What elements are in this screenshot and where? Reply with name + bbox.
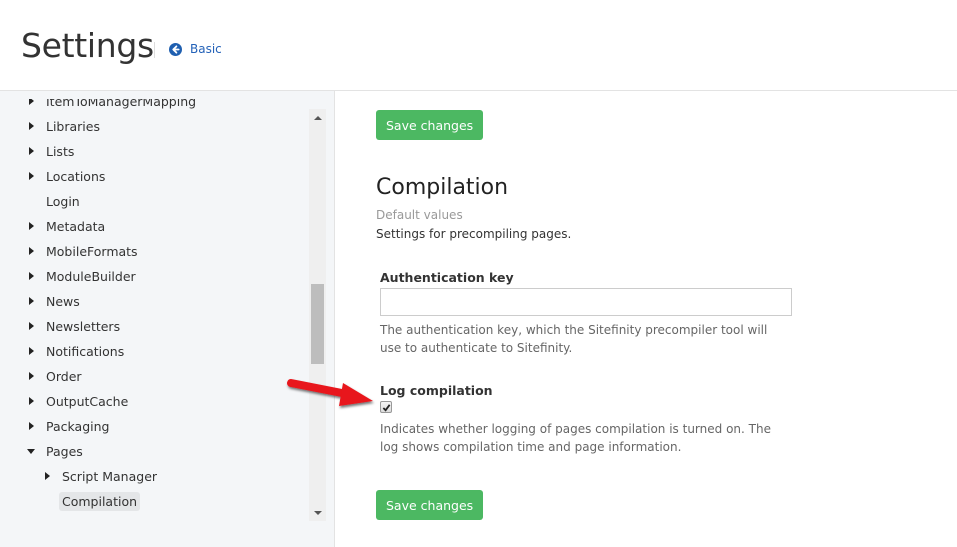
tree-item-label: Libraries	[46, 118, 100, 134]
tree-item-label: Login	[46, 193, 80, 209]
tree-item-itemtomanagermapping[interactable]: ItemToManagerMapping	[0, 99, 300, 112]
caret-right-icon[interactable]	[26, 421, 36, 431]
caret-right-shape	[28, 122, 34, 130]
tree-item-label: Metadata	[46, 218, 106, 234]
tree-item-news[interactable]: News	[0, 290, 300, 312]
caret-right-icon[interactable]	[26, 171, 36, 181]
settings-tree: ItemToManagerMapping Libraries Lists Locati…	[0, 99, 305, 527]
caret-right-shape	[28, 247, 34, 255]
tree-item-locations[interactable]: Locations	[0, 165, 300, 187]
tree-item-label: OutputCache	[46, 393, 129, 409]
tree-item-label: Packaging	[46, 418, 110, 434]
caret-right-icon[interactable]	[26, 296, 36, 306]
tree-item-label: Newsletters	[46, 318, 121, 334]
caret-right-shape	[28, 172, 34, 180]
tree-item-label: Notifications	[46, 343, 125, 359]
section-description: Settings for precompiling pages.	[376, 227, 572, 241]
page-header: Settings Basic	[0, 0, 957, 91]
caret-right-icon[interactable]	[26, 221, 36, 231]
tree-item-label: Locations	[46, 168, 106, 184]
tree-item-label: Compilation	[59, 491, 141, 511]
caret-right-icon[interactable]	[26, 271, 36, 281]
tree-item-lists[interactable]: Lists	[0, 140, 300, 162]
arrow-circle-left-icon	[169, 42, 182, 56]
caret-right-shape	[28, 147, 34, 155]
tree-item-label: ItemToManagerMapping	[46, 99, 197, 109]
tree-item-modulebuilder[interactable]: ModuleBuilder	[0, 265, 300, 287]
tree-item-label: MobileFormats	[46, 243, 138, 259]
scroll-up-icon	[313, 115, 322, 120]
scroll-thumb[interactable]	[311, 284, 324, 364]
caret-right-shape	[28, 99, 34, 105]
caret-right-icon[interactable]	[26, 371, 36, 381]
caret-right-shape	[28, 322, 34, 330]
title-divider	[154, 42, 155, 58]
caret-right-icon[interactable]	[26, 246, 36, 256]
checkmark-icon	[382, 403, 390, 412]
caret-right-shape	[28, 372, 34, 380]
caret-right-shape	[28, 222, 34, 230]
caret-right-icon[interactable]	[26, 99, 36, 106]
tree-item-label: ModuleBuilder	[46, 268, 136, 284]
caret-down-shape	[27, 448, 35, 454]
tree-item-order[interactable]: Order	[0, 365, 300, 387]
caret-right-shape	[44, 472, 50, 480]
tree-item-outputcache[interactable]: OutputCache	[0, 390, 300, 412]
default-values-label: Default values	[376, 208, 463, 222]
tree-item-notifications[interactable]: Notifications	[0, 340, 300, 362]
log-compilation-help: Indicates whether logging of pages compi…	[380, 422, 771, 454]
tree-item-label: Pages	[46, 443, 83, 459]
caret-right-shape	[28, 272, 34, 280]
tree-item-label: Script Manager	[62, 468, 158, 484]
caret-right-shape	[28, 397, 34, 405]
caret-right-shape	[28, 297, 34, 305]
log-compilation-checkbox[interactable]	[380, 401, 392, 413]
caret-right-shape	[28, 347, 34, 355]
caret-right-icon[interactable]	[26, 121, 36, 131]
tree-item-packaging[interactable]: Packaging	[0, 415, 300, 437]
tree-item-label: News	[46, 293, 80, 309]
caret-right-icon[interactable]	[26, 346, 36, 356]
caret-right-icon[interactable]	[42, 471, 52, 481]
tree-item-metadata[interactable]: Metadata	[0, 215, 300, 237]
page-title: Settings	[21, 26, 154, 65]
tree-item-mobileformats[interactable]: MobileFormats	[0, 240, 300, 262]
scroll-up-button[interactable]	[309, 109, 326, 126]
tree-scrollbar[interactable]	[309, 109, 326, 521]
tree-item-label: Order	[46, 368, 82, 384]
scroll-down-icon	[313, 510, 322, 515]
settings-content: Save changes Compilation Default values …	[336, 91, 957, 547]
caret-right-icon[interactable]	[26, 146, 36, 156]
save-changes-button-top[interactable]: Save changes	[376, 110, 484, 140]
section-title: Compilation	[376, 175, 509, 200]
tree-item-pages[interactable]: Pages	[0, 440, 300, 462]
tree-item-newsletters[interactable]: Newsletters	[0, 315, 300, 337]
caret-down-icon[interactable]	[26, 446, 36, 456]
authentication-key-help: The authentication key, which the Sitefi…	[380, 323, 768, 355]
save-changes-button-bottom[interactable]: Save changes	[376, 490, 484, 520]
back-link-label: Basic	[190, 42, 222, 56]
authentication-key-label: Authentication key	[380, 270, 514, 285]
log-compilation-label: Log compilation	[380, 383, 493, 398]
tree-item-libraries[interactable]: Libraries	[0, 115, 300, 137]
caret-right-icon[interactable]	[26, 396, 36, 406]
tree-item-label: Lists	[46, 143, 75, 159]
caret-right-shape	[28, 422, 34, 430]
tree-item-script-manager[interactable]: Script Manager	[0, 465, 300, 487]
caret-right-icon[interactable]	[26, 321, 36, 331]
authentication-key-input[interactable]	[380, 288, 792, 316]
tree-item-compilation[interactable]: Compilation	[0, 490, 300, 512]
settings-tree-panel: ItemToManagerMapping Libraries Lists Locati…	[0, 91, 335, 547]
scroll-down-button[interactable]	[309, 504, 326, 521]
back-to-basic-link[interactable]: Basic	[169, 42, 222, 56]
tree-item-login[interactable]: Login	[0, 190, 300, 212]
